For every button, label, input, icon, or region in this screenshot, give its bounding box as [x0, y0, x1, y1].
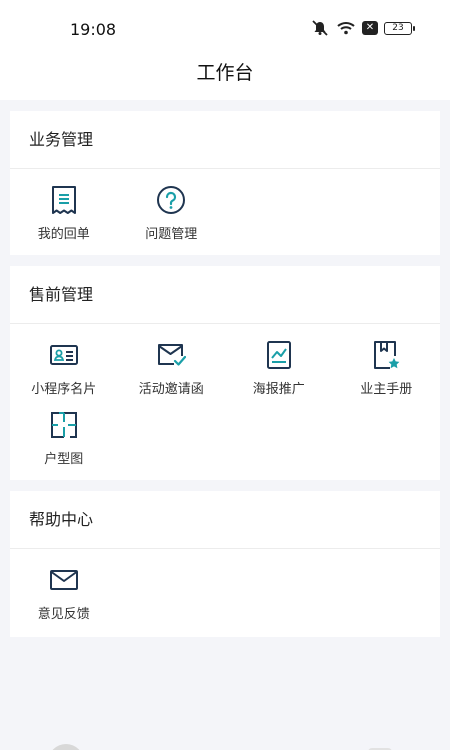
tile-owner-manual[interactable]: 业主手册: [333, 340, 441, 410]
section-grid: 意见反馈: [10, 549, 440, 637]
tile-label: 户型图: [44, 452, 84, 467]
bottom-avatar-hint: [48, 744, 84, 750]
status-icons: ✕ 23: [310, 20, 415, 36]
tile-label: 意见反馈: [37, 607, 90, 622]
star-bookmark-icon: [371, 340, 401, 370]
tile-label: 我的回单: [37, 227, 90, 242]
tile-floorplan[interactable]: 户型图: [10, 410, 118, 480]
poster-chart-icon: [264, 340, 294, 370]
tile-miniprogram-card[interactable]: 小程序名片: [10, 340, 118, 410]
tile-issue-management[interactable]: 问题管理: [118, 185, 226, 255]
tile-label: 海报推广: [252, 382, 305, 397]
section-grid: 我的回单 问题管理: [10, 169, 440, 255]
mail-icon: [49, 565, 79, 595]
section-presales: 售前管理 小程序名片 活动邀请函 海报推广 业主手册 户型图: [10, 266, 440, 480]
section-help: 帮助中心 意见反馈: [10, 491, 440, 637]
tile-my-receipts[interactable]: 我的回单: [10, 185, 118, 255]
nav-bar: 工作台: [0, 56, 450, 100]
section-title: 业务管理: [10, 111, 440, 169]
notification-x-icon: ✕: [362, 21, 378, 35]
tile-label: 活动邀请函: [138, 382, 204, 397]
mute-icon: [310, 20, 330, 36]
floorplan-icon: [49, 410, 79, 440]
section-business: 业务管理 我的回单 问题管理: [10, 111, 440, 255]
status-time: 19:08: [70, 20, 117, 39]
status-bar: 19:08 ✕ 23: [0, 0, 450, 56]
receipt-icon: [49, 185, 79, 215]
tile-feedback[interactable]: 意见反馈: [10, 565, 118, 635]
page-title: 工作台: [196, 62, 254, 84]
section-grid: 小程序名片 活动邀请函 海报推广 业主手册 户型图: [10, 324, 440, 480]
content: 业务管理 我的回单 问题管理 售前管理 小程序名片 活动邀请函 海报推广 业主手…: [0, 100, 450, 637]
section-title: 售前管理: [10, 266, 440, 324]
wifi-icon: [336, 20, 356, 36]
tile-label: 问题管理: [145, 227, 198, 242]
question-circle-icon: [156, 185, 186, 215]
id-card-icon: [49, 340, 79, 370]
section-title: 帮助中心: [10, 491, 440, 549]
invitation-envelope-icon: [156, 340, 187, 370]
tile-label: 小程序名片: [31, 382, 97, 397]
tile-poster-promotion[interactable]: 海报推广: [225, 340, 333, 410]
tile-event-invitation[interactable]: 活动邀请函: [118, 340, 226, 410]
tile-label: 业主手册: [360, 382, 413, 397]
battery-icon: 23: [384, 21, 415, 35]
